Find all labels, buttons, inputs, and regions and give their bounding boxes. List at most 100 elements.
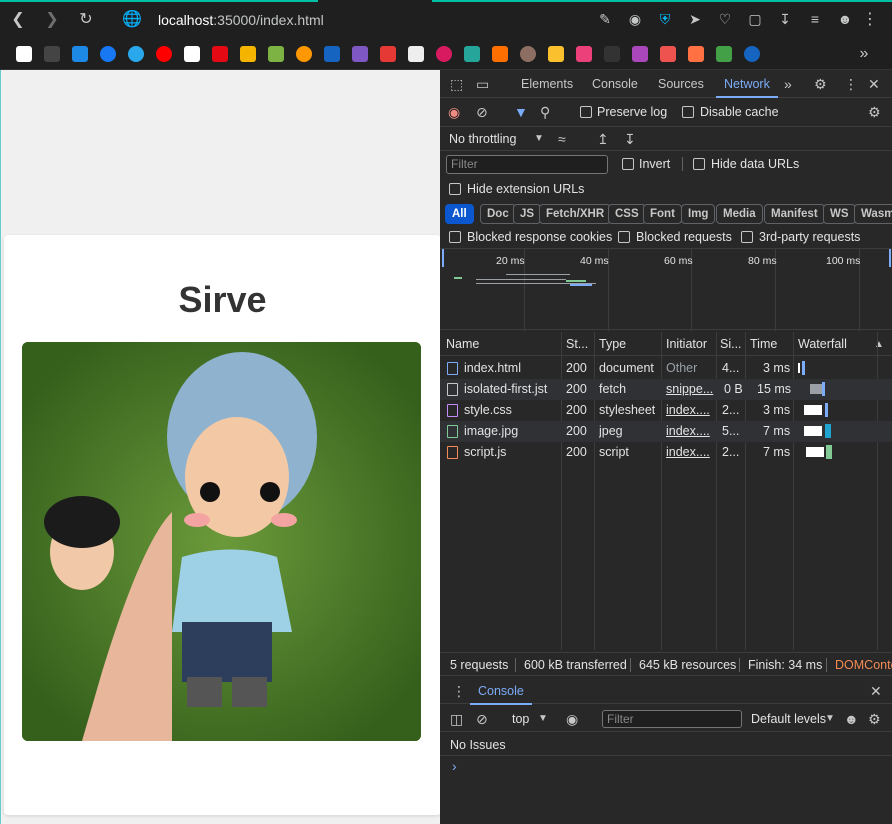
bookmark-arc-icon[interactable] [436, 46, 452, 62]
drawer-tab-console[interactable]: Console [470, 684, 532, 705]
forward-icon[interactable]: ❯ [42, 10, 62, 30]
edit-icon[interactable]: ✎ [596, 10, 614, 28]
heart-icon[interactable]: ♡ [716, 10, 734, 28]
disable-cache-checkbox[interactable] [682, 106, 694, 118]
third-party-requests-checkbox[interactable] [741, 231, 753, 243]
sidebar-icon[interactable]: ≡ [806, 10, 824, 28]
type-filter-fetch[interactable]: Fetch/XHR [539, 204, 612, 224]
bookmark-purple-icon[interactable] [352, 46, 368, 62]
export-har-icon[interactable]: ↧ [624, 131, 636, 147]
log-levels-select[interactable]: Default levels [751, 712, 826, 726]
context-dropdown-icon[interactable]: ▼ [538, 711, 548, 727]
bookmark-plane-icon[interactable] [688, 46, 704, 62]
hide-data-urls-checkbox[interactable] [693, 158, 705, 170]
request-initiator[interactable]: index.... [666, 445, 714, 459]
bookmark-badge-icon[interactable] [520, 46, 536, 62]
type-filter-css[interactable]: CSS [608, 204, 646, 224]
network-settings-icon[interactable]: ⚙ [868, 104, 881, 120]
bookmark-netflix-icon[interactable] [212, 46, 228, 62]
bookmark-telegram-icon[interactable] [128, 46, 144, 62]
bookmark-pink-icon[interactable] [576, 46, 592, 62]
tab-elements[interactable]: Elements [521, 77, 573, 91]
live-expression-icon[interactable]: ◉ [566, 711, 578, 727]
column-waterfall[interactable]: Waterfall [798, 337, 847, 351]
throttling-select[interactable]: No throttling [449, 132, 516, 146]
bookmark-page2-icon[interactable] [184, 46, 200, 62]
profile-icon[interactable]: ☻ [836, 10, 854, 28]
bookmark-facebook-icon[interactable] [100, 46, 116, 62]
bookmark-star-icon[interactable] [716, 46, 732, 62]
type-filter-doc[interactable]: Doc [480, 204, 516, 224]
type-filter-ws[interactable]: WS [823, 204, 856, 224]
bookmark-a-icon[interactable] [72, 46, 88, 62]
column-time[interactable]: Time [750, 337, 777, 351]
bookmark-red-icon[interactable] [380, 46, 396, 62]
table-row[interactable]: isolated-first.jst 200 fetch snippe... 0… [440, 379, 892, 400]
bookmark-chart-icon[interactable] [548, 46, 564, 62]
type-filter-media[interactable]: Media [716, 204, 763, 224]
type-filter-wasm[interactable]: Wasm [854, 204, 892, 224]
request-initiator[interactable]: index.... [666, 424, 714, 438]
column-size[interactable]: Si... [720, 337, 742, 351]
bookmark-brush-icon[interactable] [240, 46, 256, 62]
bookmark-sparkle-icon[interactable] [44, 46, 60, 62]
type-filter-js[interactable]: JS [513, 204, 542, 224]
table-row[interactable]: index.html 200 document Other 4... 3 ms [440, 358, 892, 379]
back-icon[interactable]: ❮ [8, 10, 28, 30]
preserve-log-checkbox[interactable] [580, 106, 592, 118]
console-sidebar-icon[interactable]: ◫ [450, 711, 463, 727]
column-name[interactable]: Name [446, 337, 479, 351]
search-icon[interactable]: ⚲ [540, 104, 550, 120]
address-bar[interactable]: localhost:35000/index.html [158, 12, 324, 28]
camera-icon[interactable]: ◉ [626, 10, 644, 28]
hide-extension-urls-checkbox[interactable] [449, 183, 461, 195]
console-settings-icon[interactable]: ⚙ [868, 711, 881, 727]
table-row[interactable]: image.jpg 200 jpeg index.... 5... 7 ms [440, 421, 892, 442]
send-icon[interactable]: ➤ [686, 10, 704, 28]
levels-dropdown-icon[interactable]: ▼ [825, 711, 835, 727]
bookmark-tm-icon[interactable] [604, 46, 620, 62]
tab-console[interactable]: Console [592, 77, 638, 91]
bookmark-t-icon[interactable] [632, 46, 648, 62]
tab-sources[interactable]: Sources [658, 77, 704, 91]
bookmark-orange-icon[interactable] [296, 46, 312, 62]
request-initiator[interactable]: index.... [666, 403, 714, 417]
type-filter-img[interactable]: Img [681, 204, 716, 224]
type-filter-font[interactable]: Font [643, 204, 682, 224]
bookmark-s-icon[interactable] [464, 46, 480, 62]
column-type[interactable]: Type [599, 337, 626, 351]
tab-network[interactable]: Network [716, 77, 778, 98]
issues-icon[interactable]: ☻ [844, 711, 859, 727]
request-initiator[interactable]: snippe... [666, 382, 714, 396]
throttling-dropdown-icon[interactable]: ▼ [534, 131, 544, 147]
inspect-icon[interactable]: ⬚ [450, 76, 463, 92]
site-info-icon[interactable]: 🌐 [122, 10, 142, 30]
bookmark-tools-icon[interactable] [408, 46, 424, 62]
clear-icon[interactable]: ⊘ [476, 104, 488, 120]
bookmark-flag-icon[interactable] [492, 46, 508, 62]
bookmark-page-icon[interactable] [16, 46, 32, 62]
context-select[interactable]: top [512, 712, 529, 726]
extensions-icon[interactable]: ▢ [746, 10, 764, 28]
drawer-menu-icon[interactable]: ⋮ [452, 683, 466, 699]
table-row[interactable]: style.css 200 stylesheet index.... 2... … [440, 400, 892, 421]
reload-icon[interactable]: ↻ [76, 10, 96, 30]
type-filter-all[interactable]: All [445, 204, 474, 224]
shield-icon[interactable]: ⛨ [656, 10, 674, 28]
bookmarks-overflow-icon[interactable]: » [854, 44, 874, 64]
sort-up-icon[interactable]: ▲ [874, 337, 884, 353]
close-drawer-icon[interactable]: ✕ [870, 683, 882, 699]
blocked-requests-checkbox[interactable] [618, 231, 630, 243]
devtools-menu-icon[interactable]: ⋮ [844, 76, 858, 92]
console-prompt-icon[interactable]: › [452, 758, 457, 774]
invert-checkbox[interactable] [622, 158, 634, 170]
bookmark-paypal-icon[interactable] [324, 46, 340, 62]
bookmark-red2-icon[interactable] [660, 46, 676, 62]
device-toolbar-icon[interactable]: ▭ [476, 76, 489, 92]
bookmark-steam-icon[interactable] [744, 46, 760, 62]
filter-icon[interactable]: ▼ [514, 104, 528, 120]
table-row[interactable]: script.js 200 script index.... 2... 7 ms [440, 442, 892, 463]
bookmark-chess-icon[interactable] [268, 46, 284, 62]
bookmark-youtube-icon[interactable] [156, 46, 172, 62]
console-clear-icon[interactable]: ⊘ [476, 711, 488, 727]
